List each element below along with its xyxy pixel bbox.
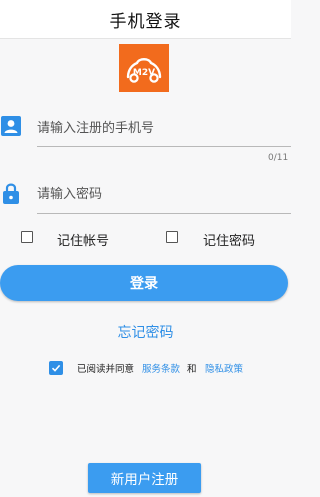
remember-password-label: 记住密码 — [203, 234, 256, 249]
register-button[interactable]: 新用户注册 — [88, 463, 201, 493]
remember-password-checkbox[interactable] — [166, 231, 178, 243]
lock-icon — [3, 183, 19, 204]
phone-input[interactable] — [37, 119, 277, 137]
app-logo: M2V — [119, 44, 169, 92]
agreement-prefix: 已阅读并同意 — [77, 364, 135, 375]
forgot-password-link[interactable]: 忘记密码 — [0, 322, 291, 342]
title-bar: 手机登录 — [0, 0, 291, 39]
privacy-policy-link[interactable]: 隐私政策 — [205, 361, 243, 375]
checkmark-icon — [51, 364, 61, 372]
user-card-icon — [1, 116, 21, 136]
phone-char-counter: 0/11 — [268, 153, 289, 163]
login-button[interactable]: 登录 — [0, 265, 288, 301]
terms-of-service-link[interactable]: 服务条款 — [142, 361, 180, 375]
logo-text: M2V — [133, 68, 155, 78]
password-underline — [37, 213, 291, 214]
page-title: 手机登录 — [109, 11, 182, 32]
remember-account-checkbox[interactable] — [21, 231, 33, 243]
agreement-checkbox[interactable] — [49, 361, 63, 375]
car-logo-icon: M2V — [126, 58, 162, 83]
password-input[interactable] — [37, 185, 277, 203]
remember-account-label: 记住帐号 — [57, 234, 110, 249]
agreement-and: 和 — [187, 364, 197, 375]
phone-underline — [37, 146, 291, 147]
